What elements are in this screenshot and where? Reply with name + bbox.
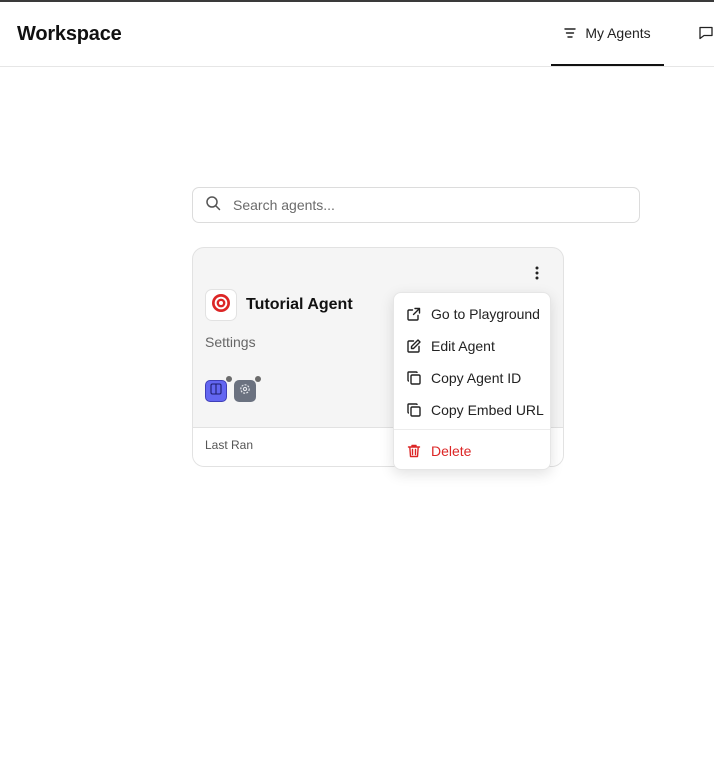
agent-name[interactable]: Tutorial Agent [246,296,353,314]
menu-item-copy-agent-id[interactable]: Copy Agent ID [394,364,550,392]
menu-item-label: Edit Agent [431,338,495,354]
agent-avatar [205,289,237,321]
menu-item-label: Go to Playground [431,306,540,322]
more-options-button[interactable] [529,265,545,285]
menu-item-copy-embed-url[interactable]: Copy Embed URL [394,396,550,424]
external-link-icon [406,306,424,322]
last-ran-label: Last Ran [205,438,254,452]
top-bar: Workspace My Agents [0,2,714,67]
edit-icon [406,338,424,354]
kebab-icon [535,266,539,285]
tab-chat[interactable] [698,2,714,66]
menu-item-edit-agent[interactable]: Edit Agent [394,332,550,360]
menu-item-label: Copy Agent ID [431,370,522,386]
trash-icon [406,443,424,459]
tab-my-agents-label: My Agents [585,25,651,41]
agent-options-menu: Go to Playground Edit Agent Copy Agent I… [393,292,551,470]
tool-badge-book[interactable] [205,380,227,402]
menu-item-go-to-playground[interactable]: Go to Playground [394,300,550,328]
agent-description: Settings [205,334,256,350]
menu-item-label: Copy Embed URL [431,402,544,418]
search-input[interactable] [233,197,613,213]
chat-icon [698,25,714,44]
copy-icon [406,370,424,386]
menu-item-label: Delete [431,443,472,459]
tab-my-agents[interactable]: My Agents [551,2,664,66]
list-filter-icon [564,27,577,39]
tool-badge-gear[interactable] [234,380,256,402]
book-icon [209,382,223,401]
menu-item-delete[interactable]: Delete [394,437,550,465]
gear-icon [238,382,252,401]
copy-icon [406,402,424,418]
page-title: Workspace [17,23,122,45]
menu-divider [394,429,550,430]
status-dot [255,376,261,382]
search-icon [205,195,221,216]
target-icon [211,293,231,318]
status-dot [226,376,232,382]
search-bar[interactable] [192,187,640,223]
